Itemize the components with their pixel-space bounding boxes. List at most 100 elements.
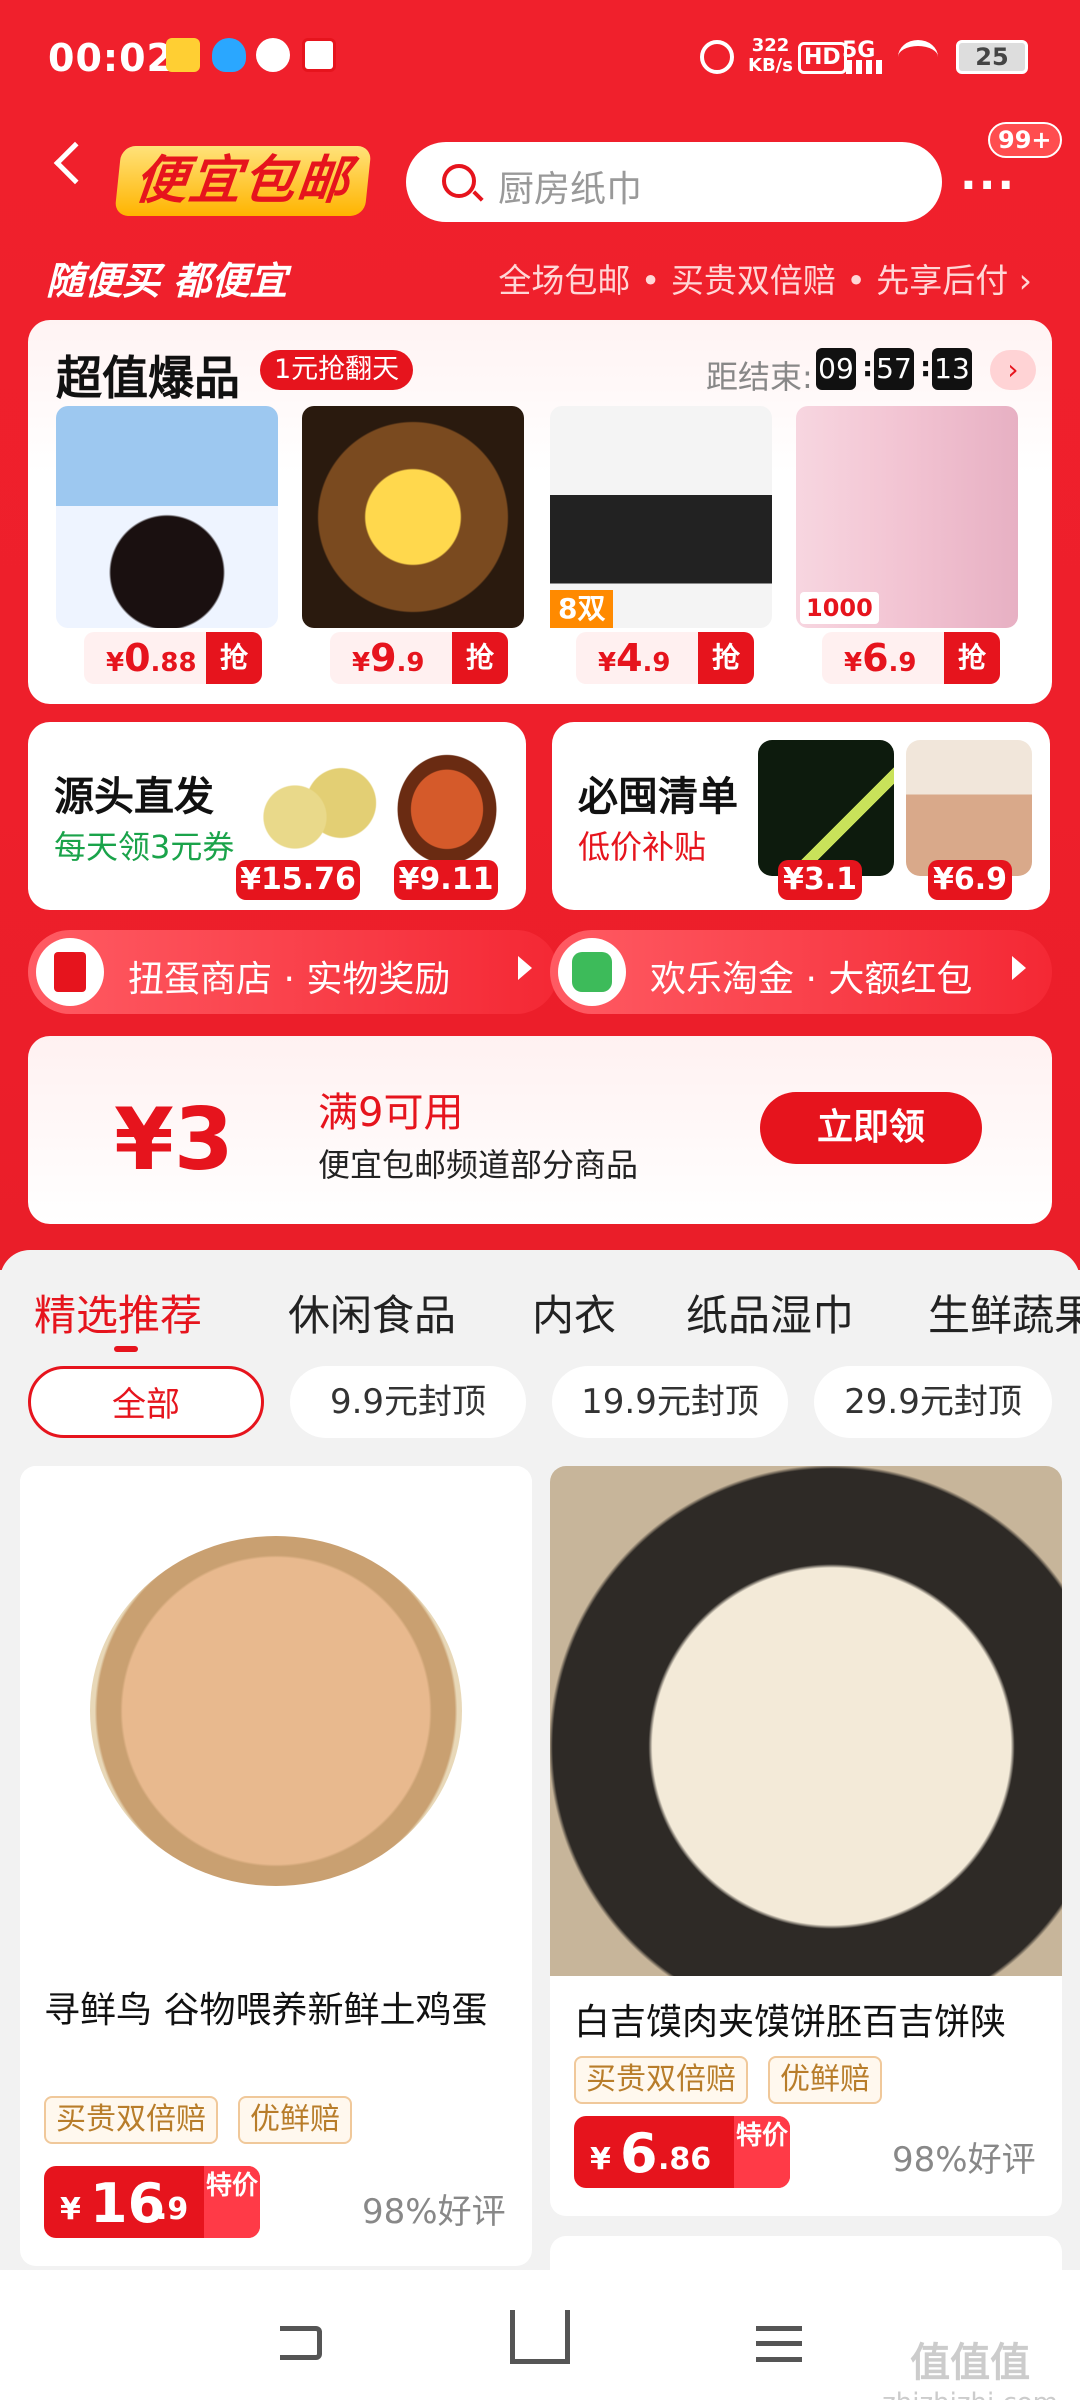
- price-decimal: .9: [888, 648, 917, 678]
- product-image-glow-strip: [758, 740, 894, 876]
- price-integer: 4: [616, 636, 643, 680]
- countdown-minutes: 57: [874, 348, 914, 390]
- flash-sale-title: 超值爆品: [56, 351, 240, 405]
- price-decimal: .86: [658, 2142, 712, 2177]
- flash-price-2[interactable]: ¥9.9 抢: [330, 632, 508, 684]
- flash-price-3[interactable]: ¥4.9 抢: [576, 632, 754, 684]
- app-notification-icon: [166, 38, 200, 72]
- product-tag: 买贵双倍赔: [574, 2056, 748, 2104]
- coupon-amount: ¥3: [114, 1090, 234, 1190]
- search-input[interactable]: 厨房纸巾: [406, 142, 942, 222]
- product-card-bun[interactable]: 白吉馍肉夹馍饼胚百吉饼陕 买贵双倍赔 优鲜赔 ¥ 6 .86 特价 98%好评: [550, 1466, 1062, 2216]
- product-image-tissue[interactable]: 1000: [796, 406, 1018, 628]
- must-stock-price-1: ¥3.1: [778, 860, 862, 900]
- claim-coupon-button[interactable]: 立即领: [760, 1092, 982, 1164]
- tab-recommended[interactable]: 精选推荐: [34, 1282, 202, 1343]
- watermark: 值值值 zhizhizhi.com: [882, 2330, 1058, 2400]
- capsule-shop-entry[interactable]: 扭蛋商店 · 实物奖励: [28, 930, 558, 1014]
- grab-button[interactable]: 抢: [698, 632, 754, 684]
- tab-fresh-produce[interactable]: 生鲜蔬果: [928, 1282, 1080, 1343]
- flash-sale-card: 超值爆品 1元抢翻天 距结束: 09 : 57 : 13 › 8双 1000 ¥…: [28, 320, 1052, 704]
- product-image-ginger[interactable]: [302, 406, 524, 628]
- price-symbol: ¥: [590, 2142, 611, 2177]
- filter-29-9[interactable]: 29.9元封顶: [814, 1366, 1052, 1438]
- flash-price-1[interactable]: ¥0.88 抢: [84, 632, 262, 684]
- must-stock-card[interactable]: 必囤清单 低价补贴 ¥3.1 ¥6.9: [552, 722, 1050, 910]
- filter-19-9[interactable]: 19.9元封顶: [552, 1366, 788, 1438]
- countdown-separator: :: [920, 350, 932, 383]
- gold-rush-entry[interactable]: 欢乐淘金 · 大额红包: [550, 930, 1052, 1014]
- tab-snacks[interactable]: 休闲食品: [288, 1282, 456, 1343]
- socks-pack-badge: 8双: [550, 590, 614, 628]
- price-symbol: ¥: [844, 648, 863, 678]
- tab-tissues[interactable]: 纸品湿巾: [686, 1282, 854, 1343]
- product-card-eggs[interactable]: 寻鲜鸟 谷物喂养新鲜土鸡蛋 买贵双倍赔 优鲜赔 ¥ 16 .9 特价 98%好评: [20, 1466, 532, 2266]
- grab-button[interactable]: 抢: [452, 632, 508, 684]
- watermark-logo: 值值值: [910, 2340, 1031, 2386]
- product-image-socks[interactable]: 8双: [550, 406, 772, 628]
- channel-slogan: 随便买 都便宜: [46, 259, 288, 303]
- price-decimal: .88: [150, 648, 197, 678]
- price-integer: 9: [370, 636, 397, 680]
- price-integer: 0: [124, 636, 151, 680]
- active-tab-indicator: [114, 1346, 138, 1352]
- countdown-seconds: 13: [932, 348, 972, 390]
- network-speed-unit: KB/s: [748, 55, 793, 76]
- signal-bars-icon: [846, 60, 886, 74]
- praise-rate: 98%好评: [362, 2192, 506, 2232]
- menu-icon[interactable]: [756, 2326, 802, 2362]
- chevron-right-icon: [1012, 956, 1026, 980]
- product-image-jelly[interactable]: [56, 406, 278, 628]
- gold-rush-label: 欢乐淘金 · 大额红包: [650, 959, 973, 1000]
- network-speed: 322 KB/s: [748, 36, 793, 76]
- coupon-card: ¥3 满9可用 便宜包邮频道部分商品 立即领: [28, 1036, 1052, 1224]
- price-decimal: .9: [396, 648, 425, 678]
- service-perks-link[interactable]: 全场包邮 • 买贵双倍赔 • 先享后付 ›: [498, 254, 1032, 302]
- praise-rate: 98%好评: [892, 2140, 1036, 2180]
- back-nav-icon[interactable]: [280, 2326, 322, 2360]
- network-speed-value: 322: [751, 35, 790, 56]
- filter-9-9[interactable]: 9.9元封顶: [290, 1366, 526, 1438]
- price-symbol: ¥: [352, 648, 371, 678]
- grab-button[interactable]: 抢: [944, 632, 1000, 684]
- product-image-stockings: [906, 740, 1032, 876]
- countdown-hours: 09: [816, 348, 856, 390]
- product-price: ¥ 16 .9 特价: [44, 2166, 260, 2238]
- source-price-1: ¥15.76: [236, 860, 360, 900]
- wifi-icon: [898, 40, 938, 74]
- product-tag: 优鲜赔: [768, 2056, 882, 2104]
- price-integer: 6: [862, 636, 889, 680]
- product-price: ¥ 6 .86 特价: [574, 2116, 790, 2188]
- source-direct-title: 源头直发: [54, 774, 214, 820]
- more-menu-icon[interactable]: ···: [960, 160, 1016, 211]
- special-price-badge: 特价: [734, 2116, 790, 2188]
- grab-button[interactable]: 抢: [206, 632, 262, 684]
- chevron-right-icon[interactable]: ›: [990, 350, 1036, 390]
- tissue-count-badge: 1000: [800, 592, 879, 624]
- special-price-badge: 特价: [204, 2166, 260, 2238]
- tab-underwear[interactable]: 内衣: [532, 1282, 616, 1343]
- must-stock-price-2: ¥6.9: [928, 860, 1012, 900]
- price-decimal: .9: [156, 2192, 189, 2227]
- flash-price-4[interactable]: ¥6.9 抢: [822, 632, 1000, 684]
- price-integer: 16: [90, 2172, 166, 2235]
- source-direct-card[interactable]: 源头直发 每天领3元券 ¥15.76 ¥9.11: [28, 722, 526, 910]
- wechat-icon: [256, 38, 290, 72]
- home-icon[interactable]: [510, 2310, 570, 2364]
- filter-all[interactable]: 全部: [28, 1366, 264, 1438]
- status-bar: 00:02 322 KB/s HD 5G 25: [0, 0, 1080, 120]
- countdown-separator: :: [862, 350, 874, 383]
- coupon-scope: 便宜包邮频道部分商品: [318, 1146, 639, 1184]
- countdown-label: 距结束:: [706, 358, 813, 396]
- status-time: 00:02: [48, 36, 174, 80]
- product-name: 寻鲜鸟 谷物喂养新鲜土鸡蛋: [44, 1990, 488, 2031]
- coupon-condition: 满9可用: [318, 1090, 464, 1136]
- product-image-eggs: [20, 1466, 532, 1956]
- product-image-sweet-potato: [384, 740, 510, 866]
- price-decimal: .9: [642, 648, 671, 678]
- capsule-shop-label: 扭蛋商店 · 实物奖励: [128, 959, 451, 1000]
- product-name: 白吉馍肉夹馍饼胚百吉饼陕: [574, 2002, 1007, 2043]
- flash-sale-tag: 1元抢翻天: [260, 350, 414, 390]
- qq-icon: [212, 38, 246, 72]
- watermark-url: zhizhizhi.com: [882, 2388, 1058, 2400]
